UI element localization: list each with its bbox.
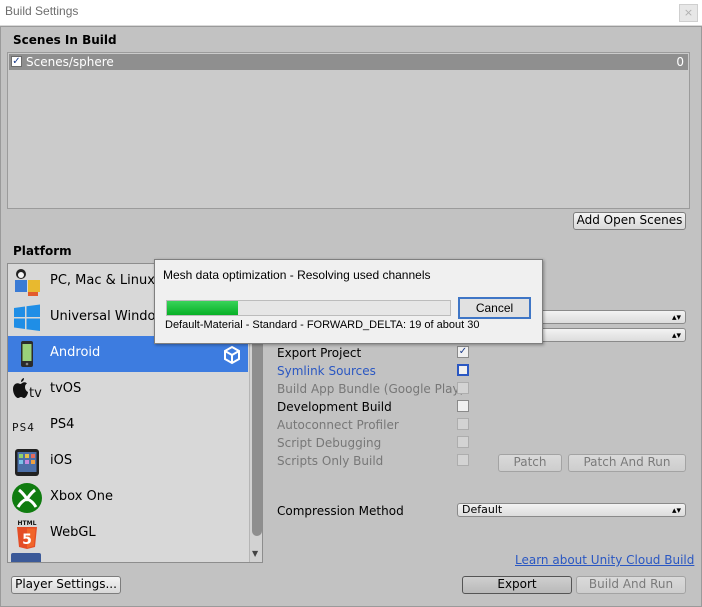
scene-checkbox[interactable]: ✓ <box>11 56 22 67</box>
platform-label: tvOS <box>50 381 82 396</box>
scripts-only-build-checkbox[interactable] <box>457 454 469 466</box>
unity-logo-icon <box>222 345 242 365</box>
ps4-icon: PS4 <box>11 410 43 442</box>
webgl-icon: HTML 5 <box>11 518 43 550</box>
player-settings-button[interactable]: Player Settings... <box>11 576 121 594</box>
platform-item-ios[interactable]: iOS <box>8 444 248 480</box>
platform-label: Xbox One <box>50 489 114 504</box>
xbox-icon <box>11 482 43 514</box>
dropdown-arrow-icon: ▴▾ <box>671 331 681 341</box>
window-title: Build Settings <box>5 4 79 18</box>
autoconnect-profiler-label: Autoconnect Profiler <box>277 418 399 432</box>
ios-icon <box>11 446 43 478</box>
symlink-sources-checkbox[interactable] <box>457 364 469 376</box>
platform-item-xbox[interactable]: Xbox One <box>8 480 248 516</box>
export-button[interactable]: Export <box>462 576 572 594</box>
platform-item-webgl[interactable]: HTML 5 WebGL <box>8 516 248 552</box>
development-build-checkbox[interactable] <box>457 400 469 412</box>
scenes-header: Scenes In Build <box>13 33 117 47</box>
compression-method-value: Default <box>462 503 503 516</box>
close-icon: × <box>683 6 694 19</box>
svg-text:5: 5 <box>22 532 32 548</box>
platform-item-ps4[interactable]: PS4 PS4 <box>8 408 248 444</box>
dropdown-arrow-icon: ▴▾ <box>671 313 681 323</box>
symlink-sources-label: Symlink Sources <box>277 364 376 378</box>
autoconnect-profiler-checkbox[interactable] <box>457 418 469 430</box>
close-button[interactable]: × <box>679 4 698 22</box>
build-and-run-button[interactable]: Build And Run <box>576 576 686 594</box>
export-project-label: Export Project <box>277 346 362 360</box>
platform-header: Platform <box>13 244 72 258</box>
cloud-build-link[interactable]: Learn about Unity Cloud Build <box>515 553 694 567</box>
platform-item-tvos[interactable]: tv tvOS <box>8 372 248 408</box>
export-project-checkbox[interactable]: ✓ <box>457 346 469 358</box>
platform-label: WebGL <box>50 525 96 540</box>
title-bar: Build Settings × <box>0 0 702 26</box>
svg-text:PS4: PS4 <box>12 421 35 434</box>
build-app-bundle-label: Build App Bundle (Google Play) <box>277 382 465 396</box>
platform-label: PS4 <box>50 417 75 432</box>
platform-label: Android <box>50 345 101 360</box>
pc-mac-linux-icon <box>11 266 43 298</box>
patch-button[interactable]: Patch <box>498 454 562 472</box>
progress-bar <box>166 300 451 316</box>
android-icon <box>11 338 43 370</box>
add-open-scenes-button[interactable]: Add Open Scenes <box>573 212 686 230</box>
build-app-bundle-checkbox[interactable] <box>457 382 469 394</box>
scripts-only-build-label: Scripts Only Build <box>277 454 384 468</box>
patch-and-run-button[interactable]: Patch And Run <box>568 454 686 472</box>
scenes-list[interactable]: ✓ Scenes/sphere 0 <box>7 52 690 209</box>
scene-name: Scenes/sphere <box>26 55 114 69</box>
script-debugging-label: Script Debugging <box>277 436 382 450</box>
tvos-icon: tv <box>11 374 43 406</box>
scroll-down-icon[interactable]: ▼ <box>252 549 258 558</box>
windows-icon <box>11 302 43 334</box>
scene-index: 0 <box>676 55 684 69</box>
compression-method-dropdown[interactable]: Default ▴▾ <box>457 503 686 517</box>
dropdown-arrow-icon: ▴▾ <box>671 506 681 516</box>
facebook-icon <box>11 553 41 562</box>
platform-label: iOS <box>50 453 73 468</box>
scene-row[interactable]: ✓ Scenes/sphere 0 <box>9 54 688 70</box>
progress-bar-fill <box>167 301 238 315</box>
development-build-label: Development Build <box>277 400 392 414</box>
svg-text:HTML: HTML <box>18 520 37 527</box>
script-debugging-checkbox[interactable] <box>457 436 469 448</box>
progress-dialog: Mesh data optimization - Resolving used … <box>154 259 543 344</box>
progress-dialog-title: Mesh data optimization - Resolving used … <box>163 268 431 282</box>
compression-method-label: Compression Method <box>277 504 404 518</box>
svg-text:tv: tv <box>29 386 42 401</box>
progress-status-text: Default-Material - Standard - FORWARD_DE… <box>165 319 480 331</box>
cancel-button[interactable]: Cancel <box>458 297 531 319</box>
